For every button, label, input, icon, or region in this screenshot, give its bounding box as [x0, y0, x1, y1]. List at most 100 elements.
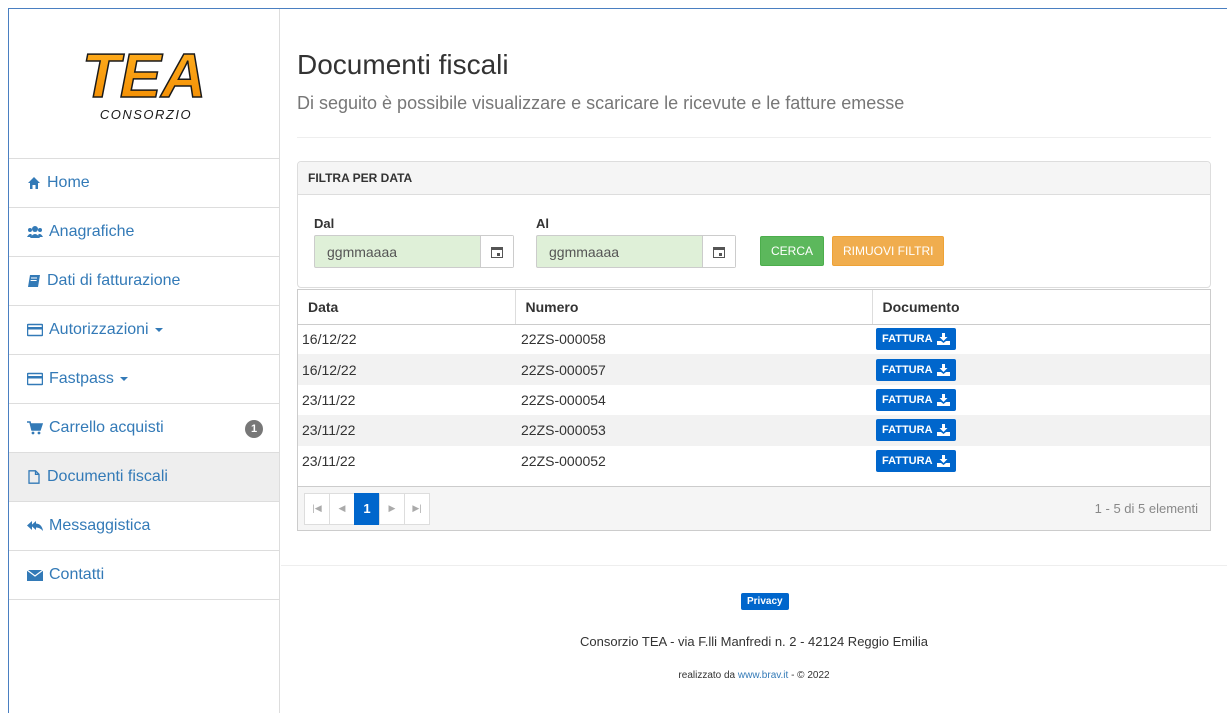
sidebar-item-label: Documenti fiscali	[47, 468, 168, 485]
column-header-data[interactable]: Data	[298, 290, 516, 325]
cell-date: 23/11/22	[302, 391, 356, 408]
app-frame: TEA CONSORZIO Home Anagrafiche Dati di f…	[8, 8, 1227, 713]
download-icon	[936, 424, 950, 437]
download-icon	[936, 454, 950, 467]
cell-document: FATTURA	[872, 385, 1210, 415]
from-date-group: Dal ggmmaaaa	[314, 216, 514, 268]
page-header: Documenti fiscali Di seguito è possibile…	[297, 49, 1211, 114]
next-page-button[interactable]: ▶	[379, 492, 405, 525]
reply-all-icon	[27, 521, 43, 531]
table-row: 23/11/22 22ZS-000052 FATTURA	[298, 446, 1210, 476]
download-invoice-button[interactable]: FATTURA	[876, 328, 956, 351]
sidebar-item-dati-fatturazione[interactable]: Dati di fatturazione	[9, 257, 279, 306]
search-button[interactable]: CERCA	[760, 236, 825, 266]
table-row: 16/12/22 22ZS-000057 FATTURA	[298, 354, 1210, 385]
footer-address: Consorzio TEA - via F.lli Manfredi n. 2 …	[579, 634, 929, 649]
filter-panel-heading: FILTRA PER DATA	[298, 162, 1210, 195]
cart-icon	[27, 421, 43, 435]
sidebar-item-contatti[interactable]: Contatti	[9, 551, 279, 600]
sidebar-item-carrello[interactable]: Carrello acquisti 1	[9, 404, 279, 453]
download-invoice-button[interactable]: FATTURA	[876, 449, 956, 472]
sidebar-item-documenti-fiscali[interactable]: Documenti fiscali	[9, 453, 279, 502]
logo-wordmark: TEA	[82, 42, 206, 111]
footer: Privacy Consorzio TEA - via F.lli Manfre…	[281, 565, 1227, 681]
table-row: 23/11/22 22ZS-000054 FATTURA	[298, 385, 1210, 415]
book-icon	[28, 275, 40, 287]
sidebar-item-label: Autorizzazioni	[49, 321, 149, 338]
cell-document: FATTURA	[872, 324, 1210, 354]
cell-number: 22ZS-000054	[521, 391, 606, 408]
prev-page-button[interactable]: ◀	[329, 492, 355, 525]
sidebar-item-messaggistica[interactable]: Messaggistica	[9, 502, 279, 551]
sidebar: TEA CONSORZIO Home Anagrafiche Dati di f…	[9, 9, 280, 713]
current-page-button[interactable]: 1	[354, 492, 380, 525]
sidebar-item-home[interactable]: Home	[9, 159, 279, 208]
pager: |◀ ◀ 1 ▶ ▶| 1 - 5 di 5 elementi	[298, 486, 1210, 530]
credits-link[interactable]: www.brav.it	[738, 670, 788, 681]
sidebar-item-label: Home	[47, 174, 90, 191]
cell-number: 22ZS-000057	[515, 354, 872, 385]
sidebar-item-label: Carrello acquisti	[49, 419, 164, 436]
cell-date: 16/12/22	[302, 331, 357, 348]
filter-panel: FILTRA PER DATA Dal ggmmaaaa Al ggmmaaaa	[297, 161, 1211, 288]
download-invoice-button[interactable]: FATTURA	[876, 419, 956, 442]
clear-filters-button[interactable]: RIMUOVI FILTRI	[832, 236, 945, 266]
logo-caption: CONSORZIO	[100, 107, 192, 122]
cell-date: 23/11/22	[298, 415, 515, 446]
from-date-input[interactable]: ggmmaaaa	[314, 235, 514, 268]
from-date-label: Dal	[314, 216, 335, 231]
page-title: Documenti fiscali	[297, 49, 509, 80]
credits-prefix: realizzato da	[678, 670, 738, 681]
privacy-button[interactable]: Privacy	[741, 593, 789, 610]
documents-table: Data Numero Documento 16/12/22 22ZS-0000…	[298, 290, 1210, 476]
download-invoice-button[interactable]: FATTURA	[876, 388, 956, 411]
cell-document: FATTURA	[872, 446, 1210, 476]
to-date-input[interactable]: ggmmaaaa	[536, 235, 736, 268]
cell-number: 22ZS-000058	[521, 331, 606, 348]
download-invoice-button[interactable]: FATTURA	[876, 358, 956, 381]
envelope-icon	[27, 569, 43, 581]
table-row: 16/12/22 22ZS-000058 FATTURA	[298, 324, 1210, 354]
to-date-group: Al ggmmaaaa	[536, 216, 736, 268]
cell-document: FATTURA	[872, 354, 1210, 385]
file-icon	[28, 470, 40, 484]
sidebar-item-fastpass[interactable]: Fastpass	[9, 355, 279, 404]
download-icon	[936, 363, 950, 376]
sidebar-item-label: Anagrafiche	[49, 223, 135, 240]
users-icon	[27, 226, 43, 238]
download-button-label: FATTURA	[882, 333, 933, 346]
main-content: Documenti fiscali Di seguito è possibile…	[281, 9, 1227, 713]
download-button-label: FATTURA	[882, 424, 933, 437]
cart-count-badge: 1	[245, 420, 263, 438]
table-row: 23/11/22 22ZS-000053 FATTURA	[298, 415, 1210, 446]
sidebar-item-anagrafiche[interactable]: Anagrafiche	[9, 208, 279, 257]
download-button-label: FATTURA	[882, 454, 933, 467]
column-header-documento[interactable]: Documento	[872, 290, 1210, 325]
page-subtitle: Di seguito è possibile visualizzare e sc…	[297, 93, 905, 113]
tea-logo: TEA CONSORZIO	[81, 41, 207, 122]
sidebar-item-label: Fastpass	[49, 370, 114, 387]
chevron-down-icon	[119, 377, 128, 381]
header-divider	[297, 137, 1211, 138]
to-date-label: Al	[536, 216, 549, 231]
column-header-numero[interactable]: Numero	[515, 290, 873, 325]
logo[interactable]: TEA CONSORZIO	[9, 9, 279, 158]
sidebar-item-label: Dati di fatturazione	[47, 272, 181, 289]
home-icon	[28, 177, 40, 189]
sidebar-item-label: Contatti	[49, 566, 105, 583]
cell-document: FATTURA	[872, 415, 1210, 446]
sidebar-item-autorizzazioni[interactable]: Autorizzazioni	[9, 306, 279, 355]
cell-date: 23/11/22	[302, 452, 356, 469]
last-page-button[interactable]: ▶|	[404, 492, 430, 525]
from-date-value[interactable]: ggmmaaaa	[315, 244, 480, 260]
download-icon	[936, 393, 950, 406]
pager-info: 1 - 5 di 5 elementi	[1094, 501, 1198, 516]
calendar-icon[interactable]	[702, 236, 735, 267]
first-page-button[interactable]: |◀	[304, 492, 330, 525]
footer-credits: realizzato da www.brav.it - © 2022	[281, 670, 1227, 681]
chevron-down-icon	[154, 328, 163, 332]
calendar-icon[interactable]	[480, 236, 513, 267]
to-date-value[interactable]: ggmmaaaa	[537, 244, 702, 260]
documents-grid: Data Numero Documento 16/12/22 22ZS-0000…	[297, 289, 1211, 531]
credit-card-icon	[27, 323, 43, 337]
